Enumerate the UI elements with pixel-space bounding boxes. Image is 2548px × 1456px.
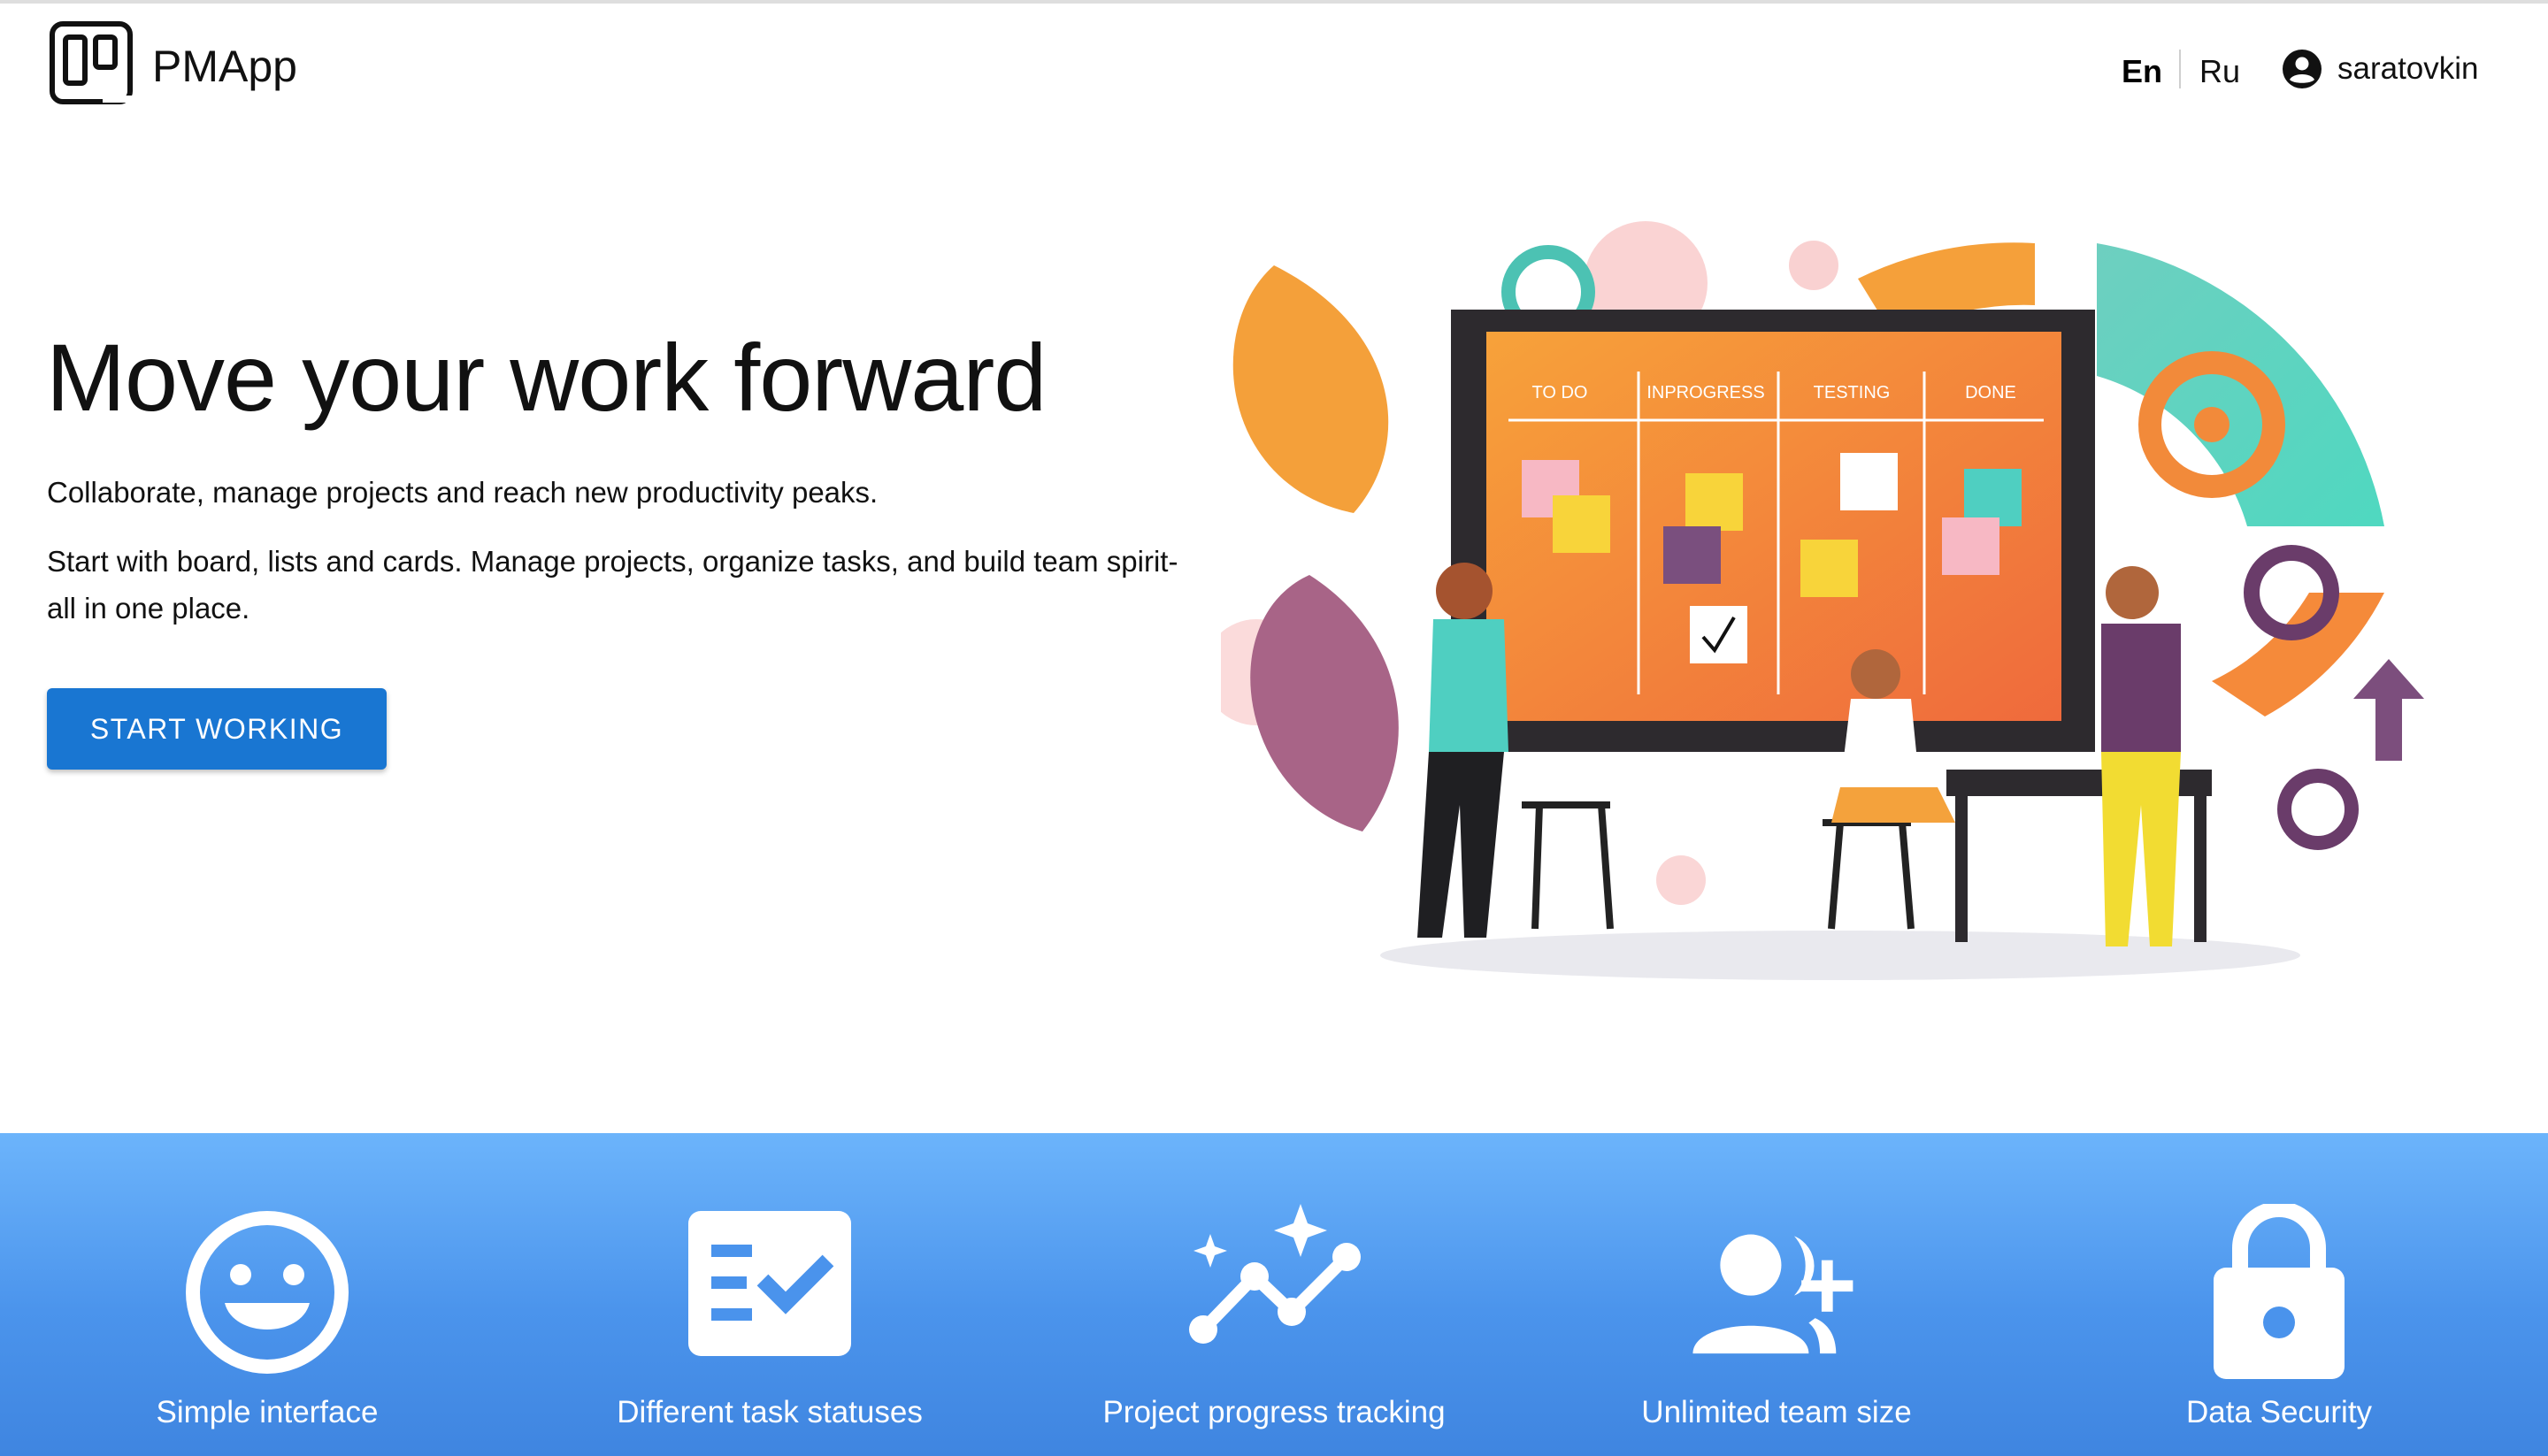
feature-label: Simple interface bbox=[156, 1395, 379, 1429]
board-column-done: DONE bbox=[1965, 383, 2016, 402]
board-column-testing: TESTING bbox=[1814, 383, 1891, 402]
start-working-button[interactable]: START WORKING bbox=[47, 688, 387, 770]
feature-label: Project progress tracking bbox=[1102, 1395, 1446, 1429]
kanban-team-illustration: TO DO INPROGRESS TESTING DONE bbox=[1221, 221, 2424, 980]
trend-sparkle-icon bbox=[1189, 1204, 1361, 1344]
app-header: PMApp En Ru saratovkin bbox=[0, 4, 2548, 127]
group-add-icon bbox=[1692, 1234, 1853, 1354]
user-menu[interactable]: saratovkin bbox=[2281, 44, 2479, 94]
language-ru[interactable]: Ru bbox=[2199, 53, 2240, 90]
feature-task-statuses: Different task statuses bbox=[522, 1133, 1017, 1456]
feature-progress-tracking: Project progress tracking bbox=[1026, 1133, 1522, 1456]
app-brand[interactable]: PMApp bbox=[152, 41, 297, 92]
hero-subtitle: Collaborate, manage projects and reach n… bbox=[47, 476, 879, 509]
account-circle-icon bbox=[2283, 50, 2322, 88]
language-en[interactable]: En bbox=[2122, 53, 2162, 90]
feature-data-security: Data Security bbox=[2031, 1133, 2527, 1456]
lock-icon bbox=[2214, 1204, 2345, 1379]
feature-team-size: Unlimited team size bbox=[1529, 1133, 2024, 1456]
feature-label: Unlimited team size bbox=[1641, 1395, 1912, 1429]
hero-description: Start with board, lists and cards. Manag… bbox=[47, 545, 1178, 625]
hero-title: Move your work forward bbox=[46, 324, 1047, 431]
smiley-icon bbox=[186, 1211, 349, 1374]
user-name: saratovkin bbox=[2337, 51, 2479, 86]
feature-label: Data Security bbox=[2185, 1395, 2373, 1429]
language-divider bbox=[2179, 50, 2181, 88]
feature-simple-interface: Simple interface bbox=[19, 1133, 515, 1456]
features-section: Simple interface Different task statuses… bbox=[0, 1133, 2548, 1456]
board-column-todo: TO DO bbox=[1532, 383, 1588, 402]
checklist-icon bbox=[688, 1211, 851, 1356]
board-column-inprogress: INPROGRESS bbox=[1646, 383, 1764, 402]
board-logo-icon[interactable] bbox=[50, 21, 133, 104]
feature-label: Different task statuses bbox=[617, 1395, 923, 1429]
